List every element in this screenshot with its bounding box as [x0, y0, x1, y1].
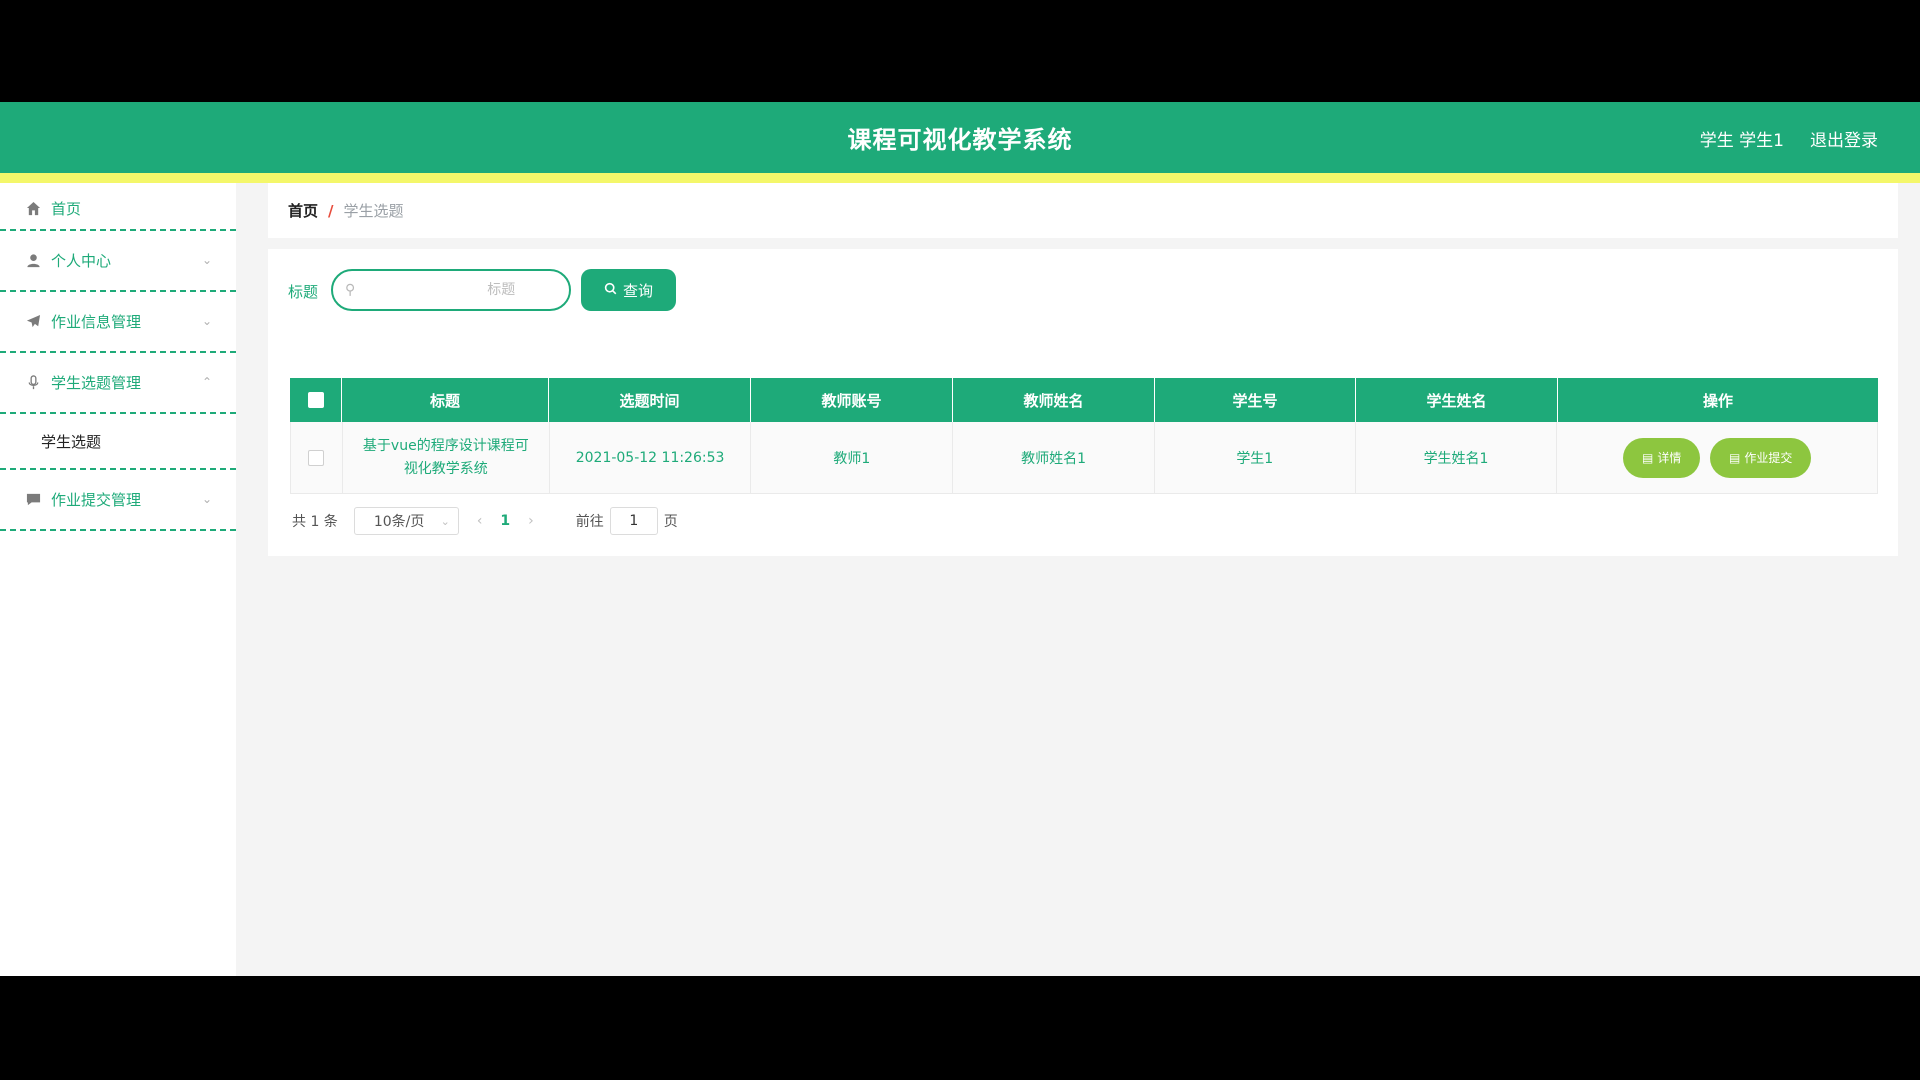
column-header-teacher-name: 教师姓名: [953, 378, 1155, 422]
sidebar-item-label: 首页: [51, 199, 82, 218]
search-label: 标题: [288, 283, 319, 301]
column-header-student-name: 学生姓名: [1356, 378, 1558, 422]
chevron-down-icon: ⌄: [201, 492, 212, 506]
table-row: 基于vue的程序设计课程可视化教学系统 2021-05-12 11:26:53 …: [290, 422, 1878, 494]
main-content: 首页 / 学生选题 标题 ⚲ 查询 标题 选题时间 教师账号: [268, 183, 1898, 556]
chevron-down-icon: ⌄: [201, 314, 212, 328]
pagination: 共 1 条 10条/页 ⌄ ‹ 1 › 前往 页: [292, 507, 678, 535]
column-header-title: 标题: [342, 378, 549, 422]
chevron-up-icon: ⌃: [201, 375, 212, 389]
sidebar-item-homework-info[interactable]: 作业信息管理 ⌄: [0, 292, 236, 353]
app-title: 课程可视化教学系统: [847, 126, 1073, 154]
next-page-button[interactable]: ›: [528, 513, 534, 529]
document-icon: ▤: [1642, 450, 1654, 465]
row-checkbox[interactable]: [308, 449, 325, 466]
data-table: 标题 选题时间 教师账号 教师姓名 学生号 学生姓名 操作 基于vue的程序设计…: [290, 378, 1878, 494]
detail-button-label: 详情: [1657, 451, 1682, 465]
breadcrumb-home[interactable]: 首页: [288, 200, 318, 221]
sidebar-item-homework-submit[interactable]: 作业提交管理 ⌄: [0, 470, 236, 531]
sidebar-item-topic-selection[interactable]: 学生选题管理 ⌃: [0, 353, 236, 414]
chevron-down-icon: ⌄: [201, 253, 212, 267]
search-box[interactable]: ⚲: [331, 269, 571, 311]
search-icon: ⚲: [345, 282, 356, 298]
sidebar: 首页 个人中心 ⌄ 作业信息管理 ⌄ 学生选题管理 ⌃ 学生选题 作业提交管理 …: [0, 183, 236, 976]
goto-page-input[interactable]: [609, 507, 658, 535]
sidebar-item-personal-center[interactable]: 个人中心 ⌄: [0, 231, 236, 292]
chat-icon: [25, 491, 42, 508]
column-header-student-no: 学生号: [1155, 378, 1356, 422]
query-button[interactable]: 查询: [581, 269, 676, 311]
column-header-time: 选题时间: [549, 378, 751, 422]
chevron-down-icon: ⌄: [440, 514, 450, 528]
submit-homework-button[interactable]: ▤ 作业提交: [1710, 437, 1812, 478]
search-input[interactable]: [365, 282, 516, 298]
document-icon: ▤: [1729, 450, 1741, 465]
breadcrumb-current: 学生选题: [343, 202, 404, 220]
goto-label: 前往: [575, 514, 604, 530]
sidebar-subitem-topic[interactable]: 学生选题: [0, 414, 236, 470]
column-header-actions: 操作: [1702, 391, 1733, 410]
home-icon: [25, 200, 42, 217]
top-header: 课程可视化教学系统 学生 学生1 退出登录: [0, 102, 1920, 173]
table-header: 标题 选题时间 教师账号 教师姓名 学生号 学生姓名 操作: [290, 378, 1878, 422]
search-icon: [604, 281, 617, 299]
cell-title: 基于vue的程序设计课程可视化教学系统: [343, 422, 550, 493]
sidebar-item-label: 作业提交管理: [51, 491, 142, 509]
paper-plane-icon: [25, 313, 42, 330]
cell-student-no: 学生1: [1155, 422, 1356, 493]
page-size-select[interactable]: 10条/页 ⌄: [353, 507, 459, 535]
sidebar-item-label: 作业信息管理: [51, 313, 142, 331]
user-icon: [25, 252, 42, 269]
cell-time: 2021-05-12 11:26:53: [550, 422, 752, 493]
microphone-icon: [25, 374, 42, 391]
logout-link[interactable]: 退出登录: [1810, 126, 1878, 151]
cell-student-name: 学生姓名1: [1356, 422, 1558, 493]
submit-button-label: 作业提交: [1744, 451, 1793, 465]
page-size-value: 10条/页: [373, 514, 425, 530]
pagination-total: 共 1 条: [292, 514, 338, 530]
prev-page-button[interactable]: ‹: [477, 513, 483, 529]
current-user: 学生 学生1: [1699, 131, 1784, 151]
cell-teacher-account: 教师1: [751, 422, 954, 493]
header-checkbox-cell: [290, 378, 342, 422]
sidebar-item-home[interactable]: 首页: [0, 183, 236, 231]
cell-actions: ▤ 详情 ▤ 作业提交: [1557, 422, 1877, 493]
page-suffix: 页: [663, 514, 678, 530]
row-checkbox-cell: [291, 422, 343, 493]
header-accent-strip: [0, 173, 1920, 183]
user-area: 学生 学生1 退出登录: [1700, 126, 1878, 151]
page-number-current[interactable]: 1: [500, 513, 510, 529]
sidebar-item-label: 个人中心: [51, 252, 112, 270]
query-button-label: 查询: [622, 281, 653, 300]
column-header-teacher-account: 教师账号: [751, 378, 953, 422]
cell-teacher-name: 教师姓名1: [953, 422, 1155, 493]
sidebar-item-label: 学生选题管理: [51, 374, 142, 392]
detail-button[interactable]: ▤ 详情: [1623, 437, 1701, 478]
list-panel: 标题 ⚲ 查询 标题 选题时间 教师账号 教师姓名 学生号: [268, 249, 1898, 556]
app-window: 课程可视化教学系统 学生 学生1 退出登录 首页 个人中心 ⌄ 作业信息管理 ⌄: [0, 102, 1920, 976]
breadcrumb: 首页 / 学生选题: [268, 183, 1898, 238]
select-all-checkbox[interactable]: [307, 392, 324, 408]
breadcrumb-separator: /: [328, 201, 334, 220]
